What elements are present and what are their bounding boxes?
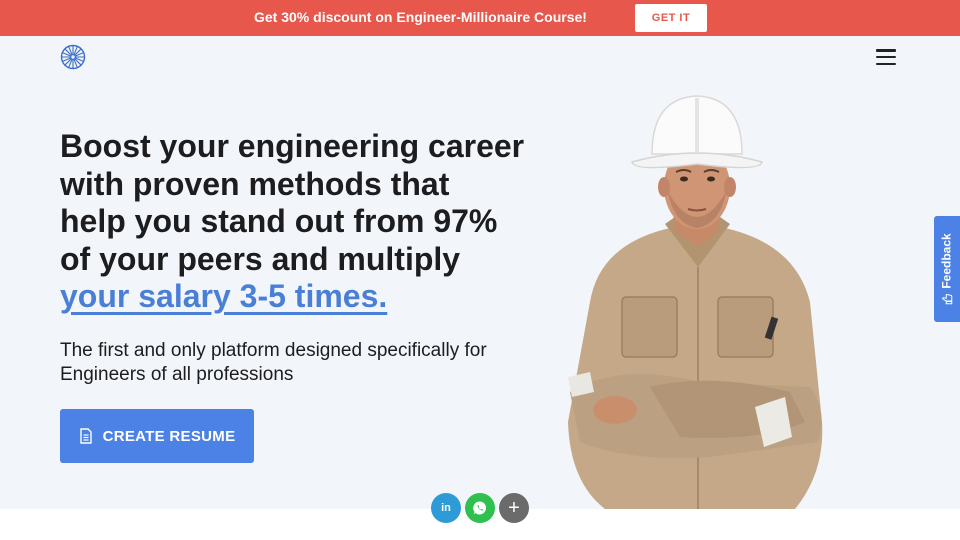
linkedin-share-button[interactable]: in	[431, 493, 461, 523]
hero-subheadline: The first and only platform designed spe…	[60, 340, 487, 385]
feedback-tab[interactable]: Feedback	[934, 216, 960, 322]
headline-line-4: of your peers and multiply	[60, 240, 461, 277]
promo-text: Get 30% discount on Engineer-Millionaire…	[254, 9, 587, 25]
headline-line-1: Boost your engineering career	[60, 128, 525, 164]
document-icon	[79, 428, 92, 444]
headline-line-3: help you stand out from 97%	[60, 203, 498, 239]
thumbs-up-icon	[941, 293, 953, 305]
whatsapp-icon	[473, 501, 487, 515]
create-resume-label: CREATE RESUME	[102, 427, 236, 445]
whatsapp-share-button[interactable]	[465, 493, 495, 523]
linkedin-icon: in	[441, 502, 451, 514]
hero-headline: Boost your engineering career with prove…	[60, 128, 560, 316]
create-resume-button[interactable]: CREATE RESUME	[60, 409, 254, 463]
more-share-button[interactable]: +	[499, 493, 529, 523]
engineer-photo	[568, 95, 823, 509]
plus-icon: +	[508, 497, 520, 519]
get-it-button[interactable]: GET IT	[635, 4, 707, 32]
headline-line-2: with proven methods that	[60, 165, 450, 202]
hamburger-menu-icon[interactable]	[874, 47, 898, 67]
headline-accent: your salary 3-5 times.	[60, 278, 388, 314]
promo-bar: Get 30% discount on Engineer-Millionaire…	[0, 0, 960, 36]
sunburst-logo-icon[interactable]	[60, 44, 86, 70]
feedback-label: Feedback	[940, 233, 955, 289]
